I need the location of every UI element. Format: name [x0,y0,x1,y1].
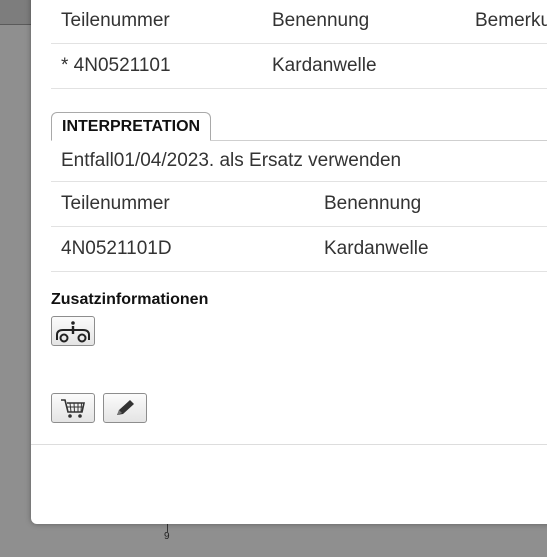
table-row: 4N0521101D Kardanwelle [51,227,547,272]
add-to-cart-button[interactable] [51,393,95,423]
column-header-remark: Bemerku [475,10,547,31]
background-divider [0,24,31,25]
tab-interpretation[interactable]: INTERPRETATION [51,112,212,141]
additional-info-heading: Zusatzinformationen [51,291,209,308]
table-header-row: Teilenummer Benennung Bemerku [51,0,547,44]
parts-table-replacement: Teilenummer Benennung 4N0521101D Kardanw… [51,182,547,272]
cart-icon [61,399,85,418]
description-cell: Kardanwelle [272,55,377,76]
table-row: * 4N0521101 Kardanwelle [51,44,547,89]
part-number-cell: 4N0521101D [61,238,172,259]
edit-button[interactable] [103,393,147,423]
vehicle-info-icon [56,321,90,343]
parts-table-original: Teilenummer Benennung Bemerku * 4N052110… [51,0,547,89]
table-header-row: Teilenummer Benennung [51,182,547,227]
column-header-part-number: Teilenummer [61,193,170,214]
column-header-part-number: Teilenummer [61,10,170,31]
background-axis-tick-label: 9 [164,531,170,542]
description-cell: Kardanwelle [324,238,429,259]
column-header-description: Benennung [324,193,422,214]
pencil-icon [117,400,134,415]
part-number-cell: * 4N0521101 [61,55,171,76]
dialog-footer-divider [31,444,547,445]
interpretation-text: Entfall01/04/2023. als Ersatz verwenden [61,150,402,171]
vehicle-info-button[interactable] [51,316,95,346]
interpretation-tab-bar: INTERPRETATION [51,112,547,141]
background-header [0,0,31,24]
part-details-dialog: Teilenummer Benennung Bemerku * 4N052110… [31,0,547,524]
column-header-description: Benennung [272,10,370,31]
